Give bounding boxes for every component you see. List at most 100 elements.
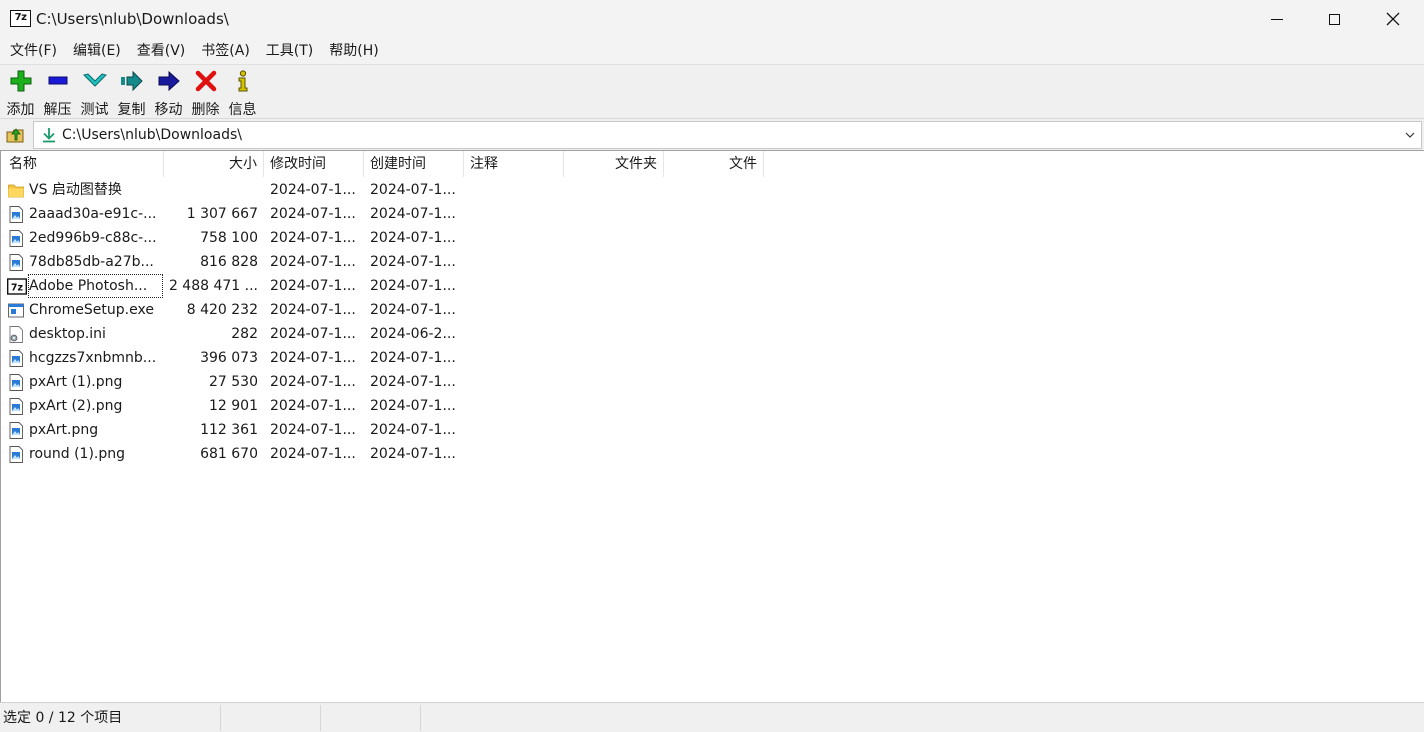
file-created: 2024-07-1... xyxy=(370,422,456,438)
menu-tools[interactable]: 工具(T) xyxy=(258,38,321,64)
file-created: 2024-07-1... xyxy=(370,374,456,390)
file-created: 2024-07-1... xyxy=(370,446,456,462)
minimize-button[interactable] xyxy=(1248,0,1306,38)
toolbar: 添加 解压 测试 复制 移动 删除 信息 xyxy=(0,64,1424,118)
menu-help[interactable]: 帮助(H) xyxy=(321,38,386,64)
file-modified: 2024-07-1... xyxy=(270,350,356,366)
table-row[interactable]: pxArt (1).png 27 530 2024-07-1... 2024-07-1… xyxy=(1,370,1424,394)
folder-icon xyxy=(7,182,24,199)
file-size: 1 307 667 xyxy=(186,206,258,222)
col-header-created[interactable]: 创建时间 xyxy=(364,151,464,177)
table-row[interactable]: 2ed996b9-c88c-... 758 100 2024-07-1... 2024… xyxy=(1,226,1424,250)
add-label: 添加 xyxy=(6,102,35,118)
path-combobox[interactable]: C:\Users\nlub\Downloads\ xyxy=(33,121,1422,149)
table-row[interactable]: 78db85db-a27b... 816 828 2024-07-1... 2024-… xyxy=(1,250,1424,274)
chevron-down-icon[interactable] xyxy=(1403,128,1417,142)
table-row[interactable]: 7z Adobe Photosh... 2 488 471 ... 2024-07-1… xyxy=(1,274,1424,298)
menu-edit[interactable]: 编辑(E) xyxy=(65,38,129,64)
file-modified: 2024-07-1... xyxy=(270,230,356,246)
file-created: 2024-07-1... xyxy=(370,278,456,294)
move-label: 移动 xyxy=(154,102,183,118)
col-header-comment[interactable]: 注释 xyxy=(464,151,564,177)
image-file-icon xyxy=(8,446,24,463)
col-header-modified[interactable]: 修改时间 xyxy=(264,151,364,177)
delete-button[interactable]: 删除 xyxy=(187,65,224,119)
svg-text:7z: 7z xyxy=(11,283,24,294)
test-button[interactable]: 测试 xyxy=(76,65,113,119)
path-input[interactable]: C:\Users\nlub\Downloads\ xyxy=(62,127,242,143)
file-modified: 2024-07-1... xyxy=(270,374,356,390)
minus-icon xyxy=(48,76,67,85)
file-modified: 2024-07-1... xyxy=(270,422,356,438)
app-7z-icon[interactable]: 7z xyxy=(10,10,31,27)
file-modified: 2024-07-1... xyxy=(270,446,356,462)
file-name: 78db85db-a27b... xyxy=(29,254,154,270)
menu-view[interactable]: 查看(V) xyxy=(129,38,194,64)
file-name: pxArt.png xyxy=(29,422,99,438)
add-button[interactable]: 添加 xyxy=(2,65,39,119)
status-bar: 选定 0 / 12 个项目 xyxy=(0,702,1424,732)
file-created: 2024-07-1... xyxy=(370,350,456,366)
table-row[interactable]: 2aaad30a-e91c-... 1 307 667 2024-07-1... 20… xyxy=(1,202,1424,226)
file-modified: 2024-07-1... xyxy=(270,182,356,198)
file-size: 816 828 xyxy=(200,254,258,270)
exe-file-icon xyxy=(8,302,24,319)
menu-bookmarks[interactable]: 书签(A) xyxy=(193,38,258,64)
table-row[interactable]: ChromeSetup.exe 8 420 232 2024-07-1... 2024… xyxy=(1,298,1424,322)
move-button[interactable]: 移动 xyxy=(150,65,187,119)
up-folder-button[interactable] xyxy=(4,124,26,146)
image-file-icon xyxy=(8,254,24,271)
table-row[interactable]: round (1).png 681 670 2024-07-1... 2024-07-… xyxy=(1,442,1424,466)
file-list[interactable]: 名称 大小 修改时间 创建时间 注释 文件夹 文件 VS 启动图替换 2024-0… xyxy=(0,150,1424,702)
status-cell-info xyxy=(421,705,1424,731)
file-modified: 2024-07-1... xyxy=(270,206,356,222)
col-header-name[interactable]: 名称 xyxy=(3,151,164,177)
menu-file[interactable]: 文件(F) xyxy=(2,38,65,64)
file-name: pxArt (2).png xyxy=(29,398,123,414)
status-cell-size xyxy=(221,705,321,731)
table-row[interactable]: pxArt.png 112 361 2024-07-1... 2024-07-1... xyxy=(1,418,1424,442)
table-row[interactable]: hcgzzs7xnbmnb... 396 073 2024-07-1... 2024-… xyxy=(1,346,1424,370)
file-modified: 2024-07-1... xyxy=(270,278,356,294)
info-label: 信息 xyxy=(228,102,257,118)
col-header-folders[interactable]: 文件夹 xyxy=(564,151,664,177)
delete-x-icon xyxy=(195,70,216,92)
table-row[interactable]: pxArt (2).png 12 901 2024-07-1... 2024-07-1… xyxy=(1,394,1424,418)
table-row[interactable]: VS 启动图替换 2024-07-1... 2024-07-1... xyxy=(1,178,1424,202)
file-size: 8 420 232 xyxy=(186,302,258,318)
image-file-icon xyxy=(8,398,24,415)
col-header-size[interactable]: 大小 xyxy=(164,151,264,177)
plus-icon xyxy=(10,70,31,92)
file-modified: 2024-07-1... xyxy=(270,398,356,414)
file-name: ChromeSetup.exe xyxy=(29,302,154,318)
file-created: 2024-07-1... xyxy=(370,302,456,318)
file-name: Adobe Photosh... xyxy=(28,274,163,298)
file-name: VS 启动图替换 xyxy=(29,182,122,198)
status-selection: 选定 0 / 12 个项目 xyxy=(0,705,221,731)
image-file-icon xyxy=(8,374,24,391)
copy-button[interactable]: 复制 xyxy=(113,65,150,119)
address-bar: C:\Users\nlub\Downloads\ xyxy=(0,118,1424,150)
extract-label: 解压 xyxy=(43,102,72,118)
extract-button[interactable]: 解压 xyxy=(39,65,76,119)
delete-label: 删除 xyxy=(191,102,220,118)
maximize-button[interactable] xyxy=(1305,0,1363,38)
file-created: 2024-07-1... xyxy=(370,254,456,270)
file-size: 112 361 xyxy=(200,422,258,438)
info-button[interactable]: 信息 xyxy=(224,65,261,119)
status-cell-packed xyxy=(321,705,421,731)
file-size: 758 100 xyxy=(200,230,258,246)
close-button[interactable] xyxy=(1364,0,1422,38)
file-name: desktop.ini xyxy=(29,326,106,342)
col-header-files[interactable]: 文件 xyxy=(664,151,764,177)
list-header: 名称 大小 修改时间 创建时间 注释 文件夹 文件 xyxy=(1,151,1424,177)
image-file-icon xyxy=(8,230,24,247)
table-row[interactable]: desktop.ini 282 2024-07-1... 2024-06-2... xyxy=(1,322,1424,346)
window-title: C:\Users\nlub\Downloads\ xyxy=(36,10,229,28)
close-icon xyxy=(1386,12,1400,26)
folder-up-icon xyxy=(6,128,24,143)
maximize-icon xyxy=(1328,13,1340,25)
file-created: 2024-07-1... xyxy=(370,206,456,222)
file-size: 27 530 xyxy=(209,374,258,390)
title-bar[interactable]: 7z C:\Users\nlub\Downloads\ xyxy=(0,0,1424,38)
